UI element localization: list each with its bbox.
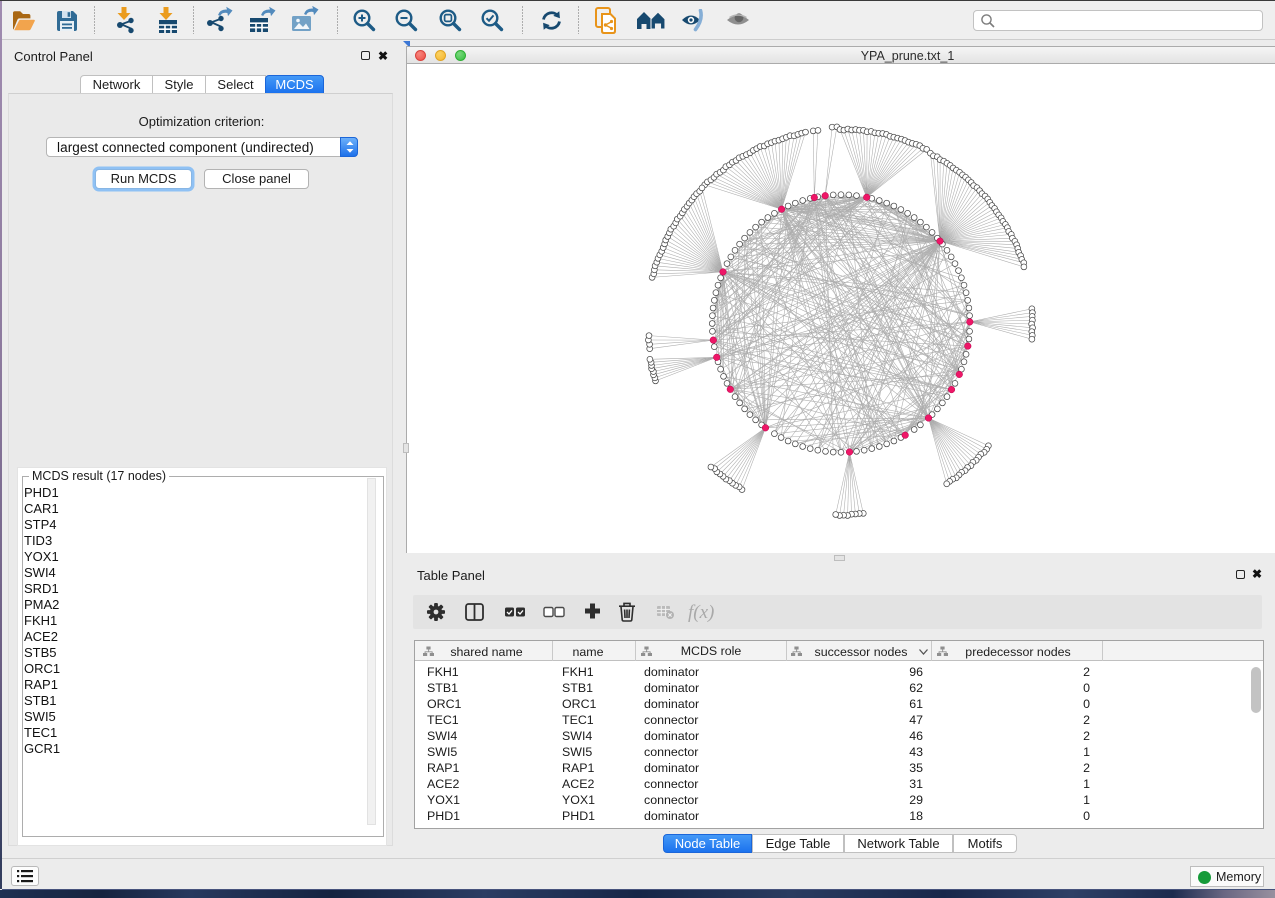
svg-text:f(x): f(x) bbox=[688, 602, 714, 623]
